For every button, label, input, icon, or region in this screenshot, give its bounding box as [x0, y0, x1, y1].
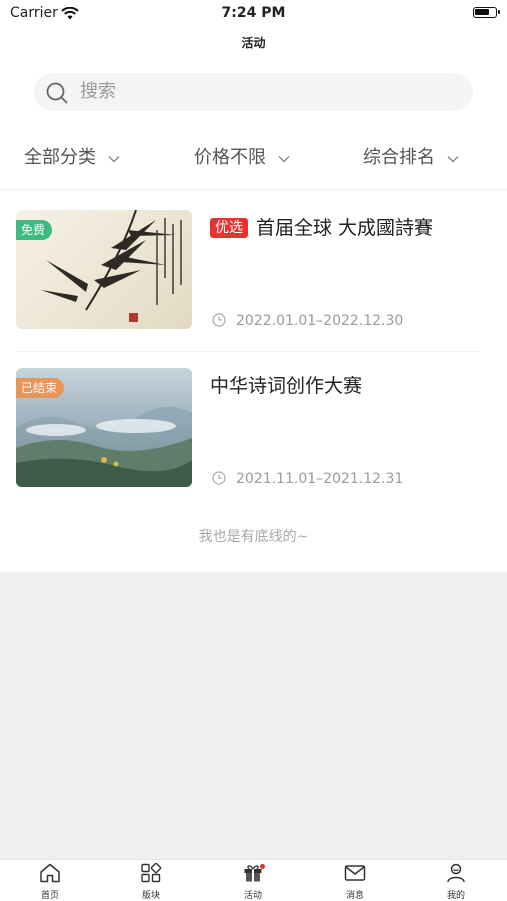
activity-date: 2022.01.01–2022.12.30 — [212, 313, 403, 329]
activity-card[interactable]: 免费 优选 首届全球 大成國詩賽 2022.01.01–2022.12.30 — [16, 210, 491, 352]
filter-price[interactable]: 价格不限 — [194, 138, 290, 178]
filter-bar: 全部分类 价格不限 综合排名 — [0, 138, 507, 190]
filter-category[interactable]: 全部分类 — [24, 138, 120, 178]
search-input[interactable]: 搜索 — [34, 73, 473, 111]
activity-page: 搜索 全部分类 价格不限 综合排名 免费 优选 首届全球 大成國詩賽 2022.… — [0, 58, 507, 572]
activity-card[interactable]: 已结束 中华诗词创作大赛 2021.11.01–2021.12.31 — [16, 368, 491, 498]
activity-image: 免费 — [16, 210, 192, 329]
tab-home[interactable]: 首页 — [30, 863, 70, 901]
activity-date-text: 2021.11.01–2021.12.31 — [236, 471, 404, 487]
activity-title: 优选 首届全球 大成國詩賽 — [210, 213, 433, 240]
activity-date-text: 2022.01.01–2022.12.30 — [236, 313, 404, 329]
activity-title-text: 首届全球 大成國詩賽 — [256, 217, 434, 239]
filter-divider — [0, 189, 507, 190]
tab-messages-label: 消息 — [345, 891, 364, 901]
chevron-down-icon — [447, 138, 459, 178]
activity-title: 中华诗词创作大赛 — [210, 371, 362, 398]
card-divider — [16, 351, 478, 352]
search-placeholder: 搜索 — [80, 81, 116, 102]
nav-bar: 活动 — [0, 28, 507, 58]
person-icon — [447, 863, 465, 883]
filter-price-label: 价格不限 — [194, 147, 266, 168]
tab-home-label: 首页 — [40, 891, 59, 901]
activity-date: 2021.11.01–2021.12.31 — [212, 471, 403, 487]
clock-icon — [212, 471, 226, 485]
list-end-text: 我也是有底线的~ — [198, 529, 309, 545]
status-tag: 已结束 — [16, 378, 65, 398]
tab-profile-label: 我的 — [446, 891, 465, 901]
notification-dot — [260, 864, 265, 869]
grid-icon — [141, 862, 162, 883]
clock-icon — [212, 313, 226, 327]
chevron-down-icon — [108, 138, 120, 178]
filter-sort-label: 综合排名 — [363, 147, 435, 168]
status-time: 7:24 PM — [221, 5, 286, 21]
status-bar: Carrier 7:24 PM — [0, 0, 507, 28]
activity-title-text: 中华诗词创作大赛 — [210, 375, 363, 397]
battery-icon — [473, 7, 500, 18]
mail-icon — [344, 865, 366, 881]
tab-sections[interactable]: 版块 — [131, 862, 171, 901]
tab-messages[interactable]: 消息 — [335, 863, 375, 901]
activity-image: 已结束 — [16, 368, 192, 487]
tab-activity-label: 活动 — [243, 891, 262, 901]
status-tag: 免费 — [16, 220, 53, 240]
tab-sections-label: 版块 — [141, 891, 160, 901]
home-icon — [40, 863, 60, 883]
filter-sort[interactable]: 综合排名 — [363, 138, 459, 178]
filter-category-label: 全部分类 — [24, 147, 96, 168]
tab-bar: 首页 版块 活动 消息 我的 — [0, 859, 507, 901]
tab-activity[interactable]: 活动 — [233, 863, 273, 901]
chevron-down-icon — [278, 138, 290, 178]
search-icon — [46, 82, 68, 108]
tab-profile[interactable]: 我的 — [436, 863, 476, 901]
page-title: 活动 — [241, 36, 266, 50]
featured-badge: 优选 — [210, 218, 248, 238]
